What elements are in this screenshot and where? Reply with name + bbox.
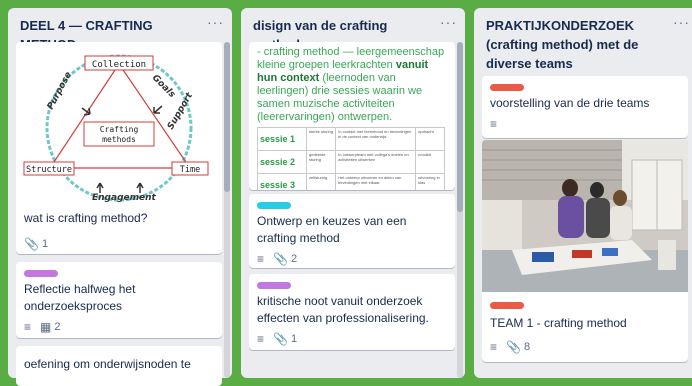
- card-crafting-diagram[interactable]: Purpose Goals Support Engagement Collect…: [16, 42, 222, 254]
- description-icon: ≡: [24, 320, 32, 334]
- checklist-count: 2: [54, 321, 61, 333]
- crafting-method-diagram: Purpose Goals Support Engagement Collect…: [23, 54, 209, 203]
- description-icon: ≡: [490, 117, 498, 131]
- card-title: wat is crafting method?: [24, 211, 148, 225]
- card-voorstelling[interactable]: voorstelling van de drie teams ≡: [482, 76, 688, 138]
- card-label-red[interactable]: [490, 84, 524, 91]
- description-icon: ≡: [257, 332, 265, 346]
- attachment-count: 2: [290, 253, 298, 265]
- table-row: sessie 1 sterke sturing In contact met l…: [257, 127, 445, 151]
- card-oefening[interactable]: oefening om onderwijsnoden te: [16, 346, 222, 386]
- card-title: Ontwerp en keuzes van een crafting metho…: [257, 214, 407, 245]
- arc-word-purpose: Purpose: [46, 70, 74, 111]
- card-badges: ≡ ▦ 2: [24, 320, 214, 334]
- attachment-count: 1: [290, 333, 298, 345]
- attachment-count: 8: [523, 341, 531, 353]
- card-label-purple[interactable]: [257, 282, 291, 289]
- card-title: kritische noot vanuit onderzoek effecten…: [257, 294, 429, 325]
- card-team-1[interactable]: TEAM 1 - crafting method ≡ 📎 8: [482, 140, 688, 362]
- table-row: sessie 3 zelfsturing Het ontwerp uitvoer…: [257, 173, 445, 190]
- card-label-red[interactable]: [490, 302, 524, 309]
- checklist-icon: ▦: [40, 320, 52, 334]
- board: DEEL 4 — CRAFTING METHOD ··· Purpose Goa…: [0, 0, 692, 386]
- session-table: sessie 1 sterke sturing In contact met l…: [257, 127, 445, 190]
- table-row: sessie 2 gedeelde sturing In ontwerpteam…: [257, 150, 445, 174]
- list-menu-icon[interactable]: ···: [207, 14, 224, 30]
- team-workshop-photo: [482, 140, 688, 292]
- card-title: oefening om onderwijsnoden te: [24, 357, 191, 371]
- card-badges: ≡ 📎 1: [257, 332, 447, 346]
- doc-excerpt-text: - crafting method — leergemeenschap klei…: [257, 46, 445, 123]
- card-label-cyan[interactable]: [257, 202, 291, 209]
- diagram-node-center-line2: methods: [102, 135, 136, 144]
- diagram-node-time: Time: [180, 165, 200, 175]
- diagram-node-structure: Structure: [26, 165, 72, 175]
- list-disign: disign van de crafting method ··· - craf…: [241, 8, 465, 378]
- arc-word-goals: Goals: [150, 73, 177, 100]
- diagram-node-collection: Collection: [92, 60, 146, 70]
- attachment-badge: 📎 1: [24, 237, 48, 251]
- card-title: voorstelling van de drie teams: [490, 96, 650, 110]
- list-title[interactable]: PRAKTIJKONDERZOEK (crafting method) met …: [486, 16, 668, 73]
- list-menu-icon[interactable]: ···: [440, 14, 457, 30]
- description-icon: ≡: [490, 340, 498, 354]
- list-scrollbar[interactable]: [224, 42, 230, 378]
- card-ontwerp[interactable]: Ontwerp en keuzes van een crafting metho…: [249, 194, 455, 268]
- checklist-badge: ▦ 2: [40, 320, 60, 334]
- attachment-badge: 📎 1: [273, 332, 297, 346]
- diagram-node-center-line1: Crafting: [100, 125, 139, 134]
- card-reflectie[interactable]: Reflectie halfweg het onderzoeksproces ≡…: [16, 262, 222, 338]
- list-praktijkonderzoek: PRAKTIJKONDERZOEK (crafting method) met …: [474, 8, 692, 378]
- attachment-icon: 📎: [506, 340, 521, 354]
- list-deel-4: DEEL 4 — CRAFTING METHOD ··· Purpose Goa…: [8, 8, 232, 386]
- card-title: Reflectie halfweg het onderzoeksproces: [24, 282, 136, 313]
- card-kritische-noot[interactable]: kritische noot vanuit onderzoek effecten…: [249, 274, 455, 350]
- attachment-icon: 📎: [273, 252, 288, 266]
- attachment-badge: 📎 8: [506, 340, 530, 354]
- description-icon: ≡: [257, 252, 265, 266]
- arc-word-engagement: Engagement: [92, 193, 157, 203]
- card-badges: ≡: [490, 117, 680, 131]
- attachment-icon: 📎: [273, 332, 288, 346]
- list-scrollbar[interactable]: [457, 42, 463, 378]
- attachment-count: 1: [41, 238, 49, 250]
- attachment-badge: 📎 2: [273, 252, 297, 266]
- list-menu-icon[interactable]: ···: [673, 14, 690, 30]
- card-badges: 📎 1: [24, 237, 48, 251]
- card-doc-excerpt[interactable]: - crafting method — leergemeenschap klei…: [249, 42, 455, 190]
- attachment-icon: 📎: [24, 237, 39, 251]
- card-label-purple[interactable]: [24, 270, 58, 277]
- card-badges: ≡ 📎 8: [490, 340, 530, 354]
- card-title: TEAM 1 - crafting method: [490, 316, 627, 330]
- card-badges: ≡ 📎 2: [257, 252, 447, 266]
